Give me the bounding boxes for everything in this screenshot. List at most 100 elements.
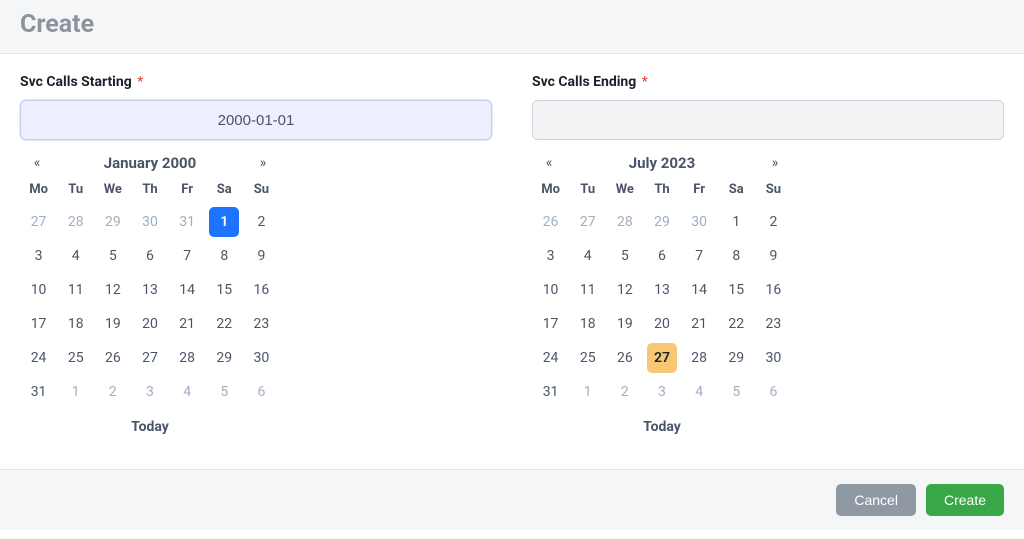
start-date-input[interactable]	[20, 100, 492, 140]
cal-day[interactable]: 1	[61, 377, 91, 407]
cal-day[interactable]: 24	[24, 343, 54, 373]
cal-day[interactable]: 2	[246, 207, 276, 237]
cal-day[interactable]: 19	[98, 309, 128, 339]
cal-day[interactable]: 11	[61, 275, 91, 305]
cal-day[interactable]: 6	[758, 377, 788, 407]
cal-day[interactable]: 5	[98, 241, 128, 271]
cal-day[interactable]: 23	[758, 309, 788, 339]
cal-day[interactable]: 2	[98, 377, 128, 407]
cal-day[interactable]: 30	[684, 207, 714, 237]
end-date-input[interactable]	[532, 100, 1004, 140]
cal-day[interactable]: 1	[209, 207, 239, 237]
cal-day[interactable]: 3	[647, 377, 677, 407]
cal-day[interactable]: 3	[536, 241, 566, 271]
cal-day[interactable]: 7	[684, 241, 714, 271]
cal-day[interactable]: 6	[647, 241, 677, 271]
cal-day[interactable]: 4	[684, 377, 714, 407]
cal-day[interactable]: 9	[246, 241, 276, 271]
cal-day[interactable]: 25	[573, 343, 603, 373]
cal-day[interactable]: 3	[135, 377, 165, 407]
cal-day[interactable]: 30	[246, 343, 276, 373]
cal-day[interactable]: 29	[98, 207, 128, 237]
cal-day[interactable]: 14	[684, 275, 714, 305]
cal-day[interactable]: 12	[98, 275, 128, 305]
cal-day[interactable]: 4	[61, 241, 91, 271]
cal-dow: Su	[243, 174, 280, 205]
cal-day[interactable]: 26	[610, 343, 640, 373]
end-cal-next[interactable]: »	[758, 155, 792, 171]
cal-day[interactable]: 27	[573, 207, 603, 237]
cal-day[interactable]: 31	[24, 377, 54, 407]
cal-day[interactable]: 20	[647, 309, 677, 339]
cal-day[interactable]: 15	[209, 275, 239, 305]
cal-day[interactable]: 12	[610, 275, 640, 305]
cal-day[interactable]: 16	[758, 275, 788, 305]
end-cal-prev[interactable]: «	[532, 155, 566, 171]
cal-day[interactable]: 13	[135, 275, 165, 305]
cal-day[interactable]: 30	[135, 207, 165, 237]
cal-day[interactable]: 28	[684, 343, 714, 373]
cal-day[interactable]: 17	[24, 309, 54, 339]
cal-day[interactable]: 31	[172, 207, 202, 237]
cal-day[interactable]: 28	[610, 207, 640, 237]
cal-day[interactable]: 29	[209, 343, 239, 373]
cal-day[interactable]: 30	[758, 343, 788, 373]
cal-day[interactable]: 6	[135, 241, 165, 271]
cal-day[interactable]: 24	[536, 343, 566, 373]
cal-day[interactable]: 8	[721, 241, 751, 271]
cal-day[interactable]: 29	[647, 207, 677, 237]
cal-day[interactable]: 9	[758, 241, 788, 271]
cal-day[interactable]: 7	[172, 241, 202, 271]
cal-day[interactable]: 2	[758, 207, 788, 237]
start-cal-today[interactable]: Today	[20, 409, 280, 439]
cal-day[interactable]: 22	[209, 309, 239, 339]
cal-day[interactable]: 27	[135, 343, 165, 373]
cal-day[interactable]: 4	[172, 377, 202, 407]
cal-day[interactable]: 21	[684, 309, 714, 339]
cal-day[interactable]: 3	[24, 241, 54, 271]
cal-day[interactable]: 5	[610, 241, 640, 271]
cal-day[interactable]: 8	[209, 241, 239, 271]
cal-day[interactable]: 31	[536, 377, 566, 407]
cal-day[interactable]: 1	[721, 207, 751, 237]
cal-day[interactable]: 27	[647, 343, 677, 373]
end-calendar: « July 2023 » MoTuWeThFrSaSu 26272829301…	[532, 148, 792, 439]
cal-day[interactable]: 6	[246, 377, 276, 407]
cal-dow: Mo	[532, 174, 569, 205]
cal-day[interactable]: 28	[61, 207, 91, 237]
cal-day[interactable]: 16	[246, 275, 276, 305]
start-cal-title[interactable]: January 2000	[54, 154, 246, 172]
cal-day[interactable]: 18	[61, 309, 91, 339]
cancel-button[interactable]: Cancel	[836, 484, 916, 516]
end-cal-today[interactable]: Today	[532, 409, 792, 439]
cal-day[interactable]: 5	[721, 377, 751, 407]
cal-day[interactable]: 1	[573, 377, 603, 407]
cal-day[interactable]: 22	[721, 309, 751, 339]
cal-day[interactable]: 4	[573, 241, 603, 271]
cal-day[interactable]: 29	[721, 343, 751, 373]
cal-day[interactable]: 28	[172, 343, 202, 373]
cal-day[interactable]: 18	[573, 309, 603, 339]
cal-day[interactable]: 26	[536, 207, 566, 237]
start-cal-next[interactable]: »	[246, 155, 280, 171]
cal-day[interactable]: 10	[24, 275, 54, 305]
cal-day[interactable]: 17	[536, 309, 566, 339]
cal-day[interactable]: 5	[209, 377, 239, 407]
start-cal-prev[interactable]: «	[20, 155, 54, 171]
start-label-text: Svc Calls Starting	[20, 74, 132, 90]
end-cal-title[interactable]: July 2023	[566, 154, 758, 172]
cal-day[interactable]: 27	[24, 207, 54, 237]
cal-day[interactable]: 15	[721, 275, 751, 305]
cal-day[interactable]: 11	[573, 275, 603, 305]
cal-day[interactable]: 2	[610, 377, 640, 407]
create-button[interactable]: Create	[926, 484, 1004, 516]
cal-day[interactable]: 14	[172, 275, 202, 305]
cal-day[interactable]: 26	[98, 343, 128, 373]
cal-day[interactable]: 23	[246, 309, 276, 339]
cal-day[interactable]: 19	[610, 309, 640, 339]
cal-day[interactable]: 21	[172, 309, 202, 339]
cal-day[interactable]: 10	[536, 275, 566, 305]
cal-day[interactable]: 13	[647, 275, 677, 305]
cal-day[interactable]: 20	[135, 309, 165, 339]
cal-day[interactable]: 25	[61, 343, 91, 373]
